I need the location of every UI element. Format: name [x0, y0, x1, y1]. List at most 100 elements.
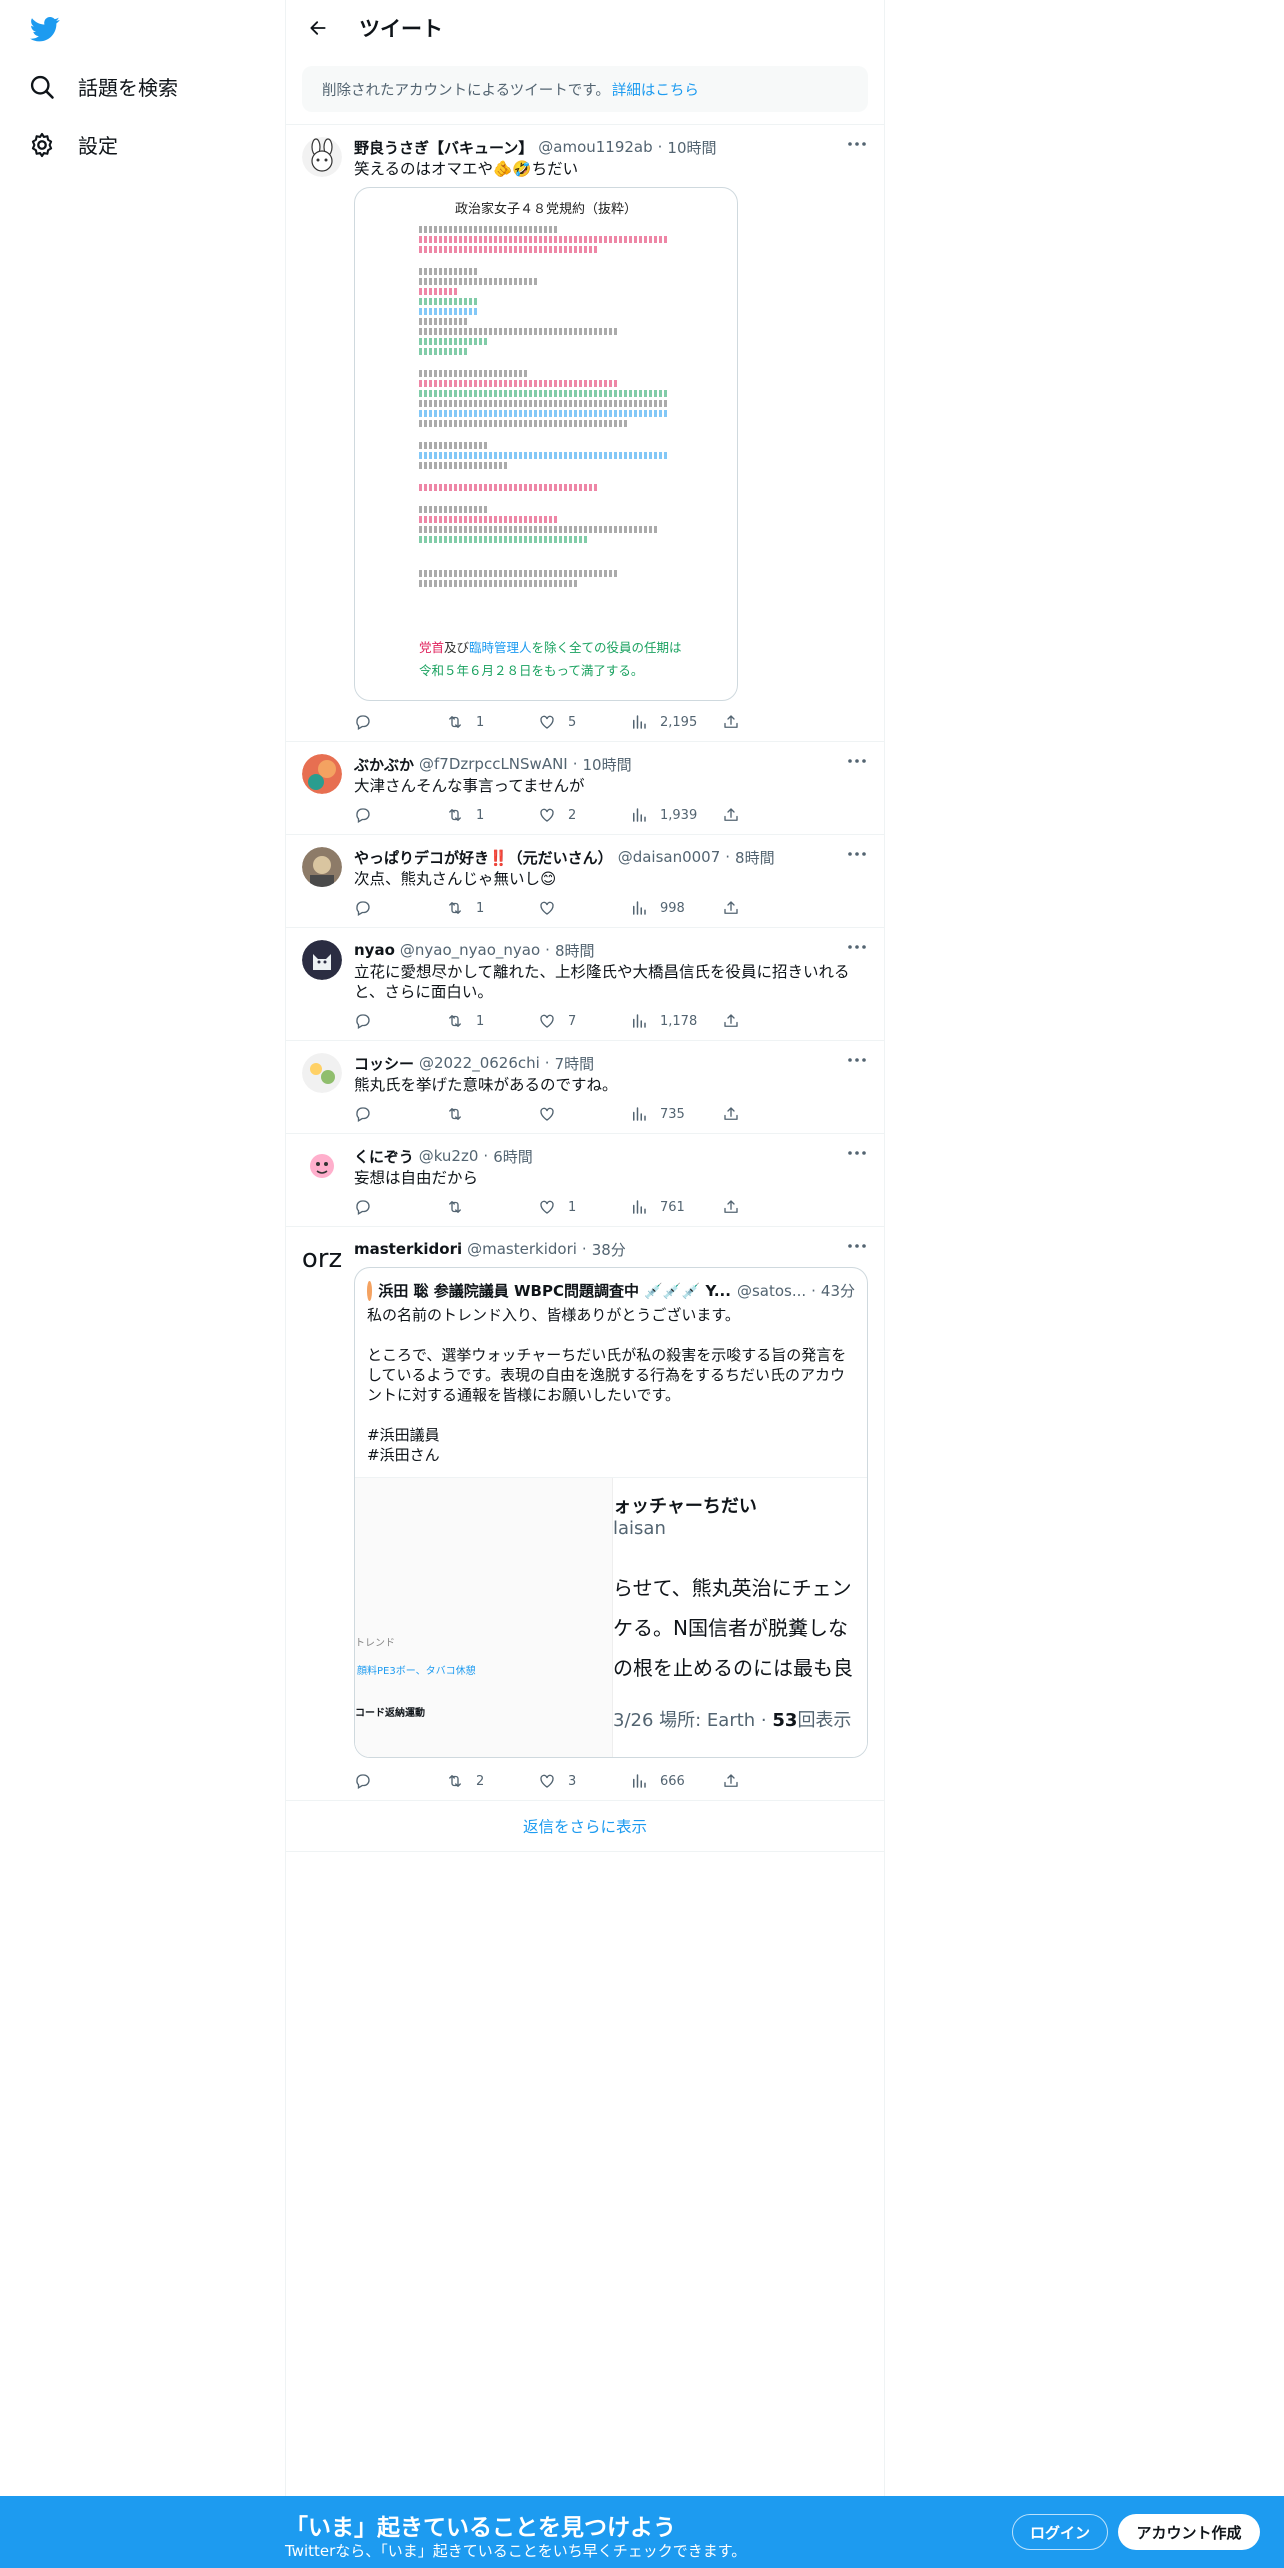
user-handle[interactable]: @f7DzrpccLNSwANI	[419, 755, 568, 773]
tweet[interactable]: くにぞう @ku2z0 · 6時間 妄想は自由だから 1 761	[286, 1133, 884, 1226]
avatar[interactable]: orz	[302, 1239, 342, 1279]
timestamp[interactable]: 8時間	[735, 847, 775, 868]
user-handle[interactable]: @daisan0007	[618, 848, 721, 866]
share-button[interactable]	[722, 899, 762, 917]
views-button[interactable]: 761	[630, 1198, 722, 1216]
timestamp[interactable]: 38分	[592, 1239, 626, 1260]
retweet-icon	[449, 716, 461, 728]
sidebar-item-settings[interactable]: 設定	[28, 130, 118, 159]
reply-icon	[356, 1107, 370, 1122]
meta-prefix: 3/26 場所: Earth ·	[613, 1710, 773, 1731]
retweet-button[interactable]	[446, 1198, 538, 1216]
quoted-tweet-image[interactable]: トレンド 顔料PE3ボー、タバコ休憩 コード返納運動 ォッチャーちだい lais…	[355, 1477, 867, 1757]
avatar[interactable]	[302, 940, 342, 980]
user-handle[interactable]: @nyao_nyao_nyao	[400, 941, 540, 959]
timestamp[interactable]: 8時間	[555, 940, 595, 961]
meta-count: 53	[772, 1710, 798, 1731]
like-button[interactable]: 2	[538, 806, 630, 824]
user-handle[interactable]: @masterkidori	[467, 1240, 577, 1258]
reply-button[interactable]	[354, 1105, 446, 1123]
screenshot-right-panel: ォッチャーちだい laisan らせて、熊丸英治にチェン ケる。N国信者が脱糞し…	[613, 1478, 867, 1757]
share-button[interactable]	[722, 1198, 762, 1216]
avatar[interactable]	[302, 847, 342, 887]
views-button[interactable]: 1,178	[630, 1012, 722, 1030]
reply-button[interactable]	[354, 1772, 446, 1790]
retweet-icon	[449, 902, 461, 914]
share-button[interactable]	[722, 806, 762, 824]
signup-banner: 「いま」起きていることを見つけよう Twitterなら、「いま」起きていることを…	[0, 2496, 1284, 2568]
timestamp[interactable]: 7時間	[555, 1053, 595, 1074]
retweet-button[interactable]: 2	[446, 1772, 538, 1790]
share-button[interactable]	[722, 1772, 762, 1790]
display-name[interactable]: くにぞう	[354, 1146, 414, 1167]
more-options-icon[interactable]	[846, 139, 868, 149]
reply-button[interactable]	[354, 806, 446, 824]
more-options-icon[interactable]	[846, 1148, 868, 1158]
views-button[interactable]: 998	[630, 899, 722, 917]
reply-button[interactable]	[354, 899, 446, 917]
timestamp[interactable]: 6時間	[493, 1146, 533, 1167]
more-options-icon[interactable]	[846, 1055, 868, 1065]
tweet[interactable]: ぶかぶか @f7DzrpccLNSwANI · 10時間 大津さんそんな事言って…	[286, 741, 884, 834]
tweet[interactable]: やっぱりデコが好き‼️（元だいさん） @daisan0007 · 8時間 次点、…	[286, 834, 884, 927]
reply-button[interactable]	[354, 1012, 446, 1030]
user-handle[interactable]: @ku2z0	[419, 1147, 479, 1165]
signup-button[interactable]: アカウント作成	[1118, 2514, 1260, 2550]
reply-button[interactable]	[354, 1198, 446, 1216]
share-button[interactable]	[722, 1012, 762, 1030]
more-options-icon[interactable]	[846, 756, 868, 766]
quoted-tweet[interactable]: 浜田 聡 参議院議員 WBPC問題調査中 💉💉💉 Y... @satos... …	[354, 1267, 868, 1758]
retweet-icon	[449, 1108, 461, 1120]
avatar[interactable]	[302, 1053, 342, 1093]
views-button[interactable]: 2,195	[630, 713, 722, 731]
attached-image[interactable]: 政治家女子４８党規約（抜粋） 党首及び臨時管理人を除く全ての役員の任期は 令和５…	[354, 187, 738, 701]
retweet-button[interactable]: 1	[446, 899, 538, 917]
like-button[interactable]: 1	[538, 1198, 630, 1216]
share-button[interactable]	[722, 713, 762, 731]
avatar[interactable]	[302, 1146, 342, 1186]
tweet[interactable]: nyao @nyao_nyao_nyao · 8時間 立花に愛想尽かして離れた、…	[286, 927, 884, 1040]
reply-button[interactable]	[354, 713, 446, 731]
twitter-logo-icon[interactable]	[28, 14, 62, 44]
display-name[interactable]: コッシー	[354, 1053, 414, 1074]
retweet-button[interactable]: 1	[446, 713, 538, 731]
avatar[interactable]	[302, 137, 342, 177]
like-button[interactable]: 3	[538, 1772, 630, 1790]
display-name[interactable]: masterkidori	[354, 1240, 462, 1258]
tweet[interactable]: コッシー @2022_0626chi · 7時間 熊丸氏を挙げた意味があるのです…	[286, 1040, 884, 1133]
doc-green-text: を除く全ての役員の任期は	[531, 640, 682, 655]
tweet[interactable]: 野良うさぎ【バキューン】 @amou1192ab · 10時間 笑えるのはオマエ…	[286, 124, 884, 741]
views-button[interactable]: 1,939	[630, 806, 722, 824]
retweet-button[interactable]: 1	[446, 1012, 538, 1030]
like-button[interactable]: 5	[538, 713, 630, 731]
retweet-icon	[449, 1201, 461, 1213]
display-name[interactable]: ぶかぶか	[354, 754, 414, 775]
retweet-count: 1	[476, 807, 485, 823]
like-button[interactable]	[538, 1105, 630, 1123]
display-name[interactable]: やっぱりデコが好き‼️（元だいさん）	[354, 847, 613, 868]
tweet[interactable]: orz masterkidori @masterkidori · 38分 浜田 …	[286, 1226, 884, 1800]
display-name[interactable]: nyao	[354, 941, 395, 959]
like-button[interactable]: 7	[538, 1012, 630, 1030]
share-button[interactable]	[722, 1105, 762, 1123]
show-more-replies-button[interactable]: 返信をさらに表示	[286, 1800, 884, 1852]
user-handle[interactable]: @amou1192ab	[538, 138, 652, 156]
timestamp[interactable]: 10時間	[667, 137, 716, 158]
back-button[interactable]	[301, 11, 335, 45]
like-button[interactable]	[538, 899, 630, 917]
login-button[interactable]: ログイン	[1012, 2514, 1108, 2550]
views-button[interactable]: 666	[630, 1772, 722, 1790]
sidebar-item-explore[interactable]: 話題を検索	[28, 72, 178, 101]
views-button[interactable]: 735	[630, 1105, 722, 1123]
more-options-icon[interactable]	[846, 1241, 868, 1251]
views-count: 1,939	[660, 807, 698, 823]
retweet-button[interactable]	[446, 1105, 538, 1123]
user-handle[interactable]: @2022_0626chi	[419, 1054, 540, 1072]
notice-link[interactable]: 詳細はこちら	[612, 79, 699, 100]
more-options-icon[interactable]	[846, 849, 868, 859]
retweet-button[interactable]: 1	[446, 806, 538, 824]
display-name[interactable]: 野良うさぎ【バキューン】	[354, 137, 533, 158]
more-options-icon[interactable]	[846, 942, 868, 952]
timestamp[interactable]: 10時間	[583, 754, 632, 775]
avatar[interactable]	[302, 754, 342, 794]
